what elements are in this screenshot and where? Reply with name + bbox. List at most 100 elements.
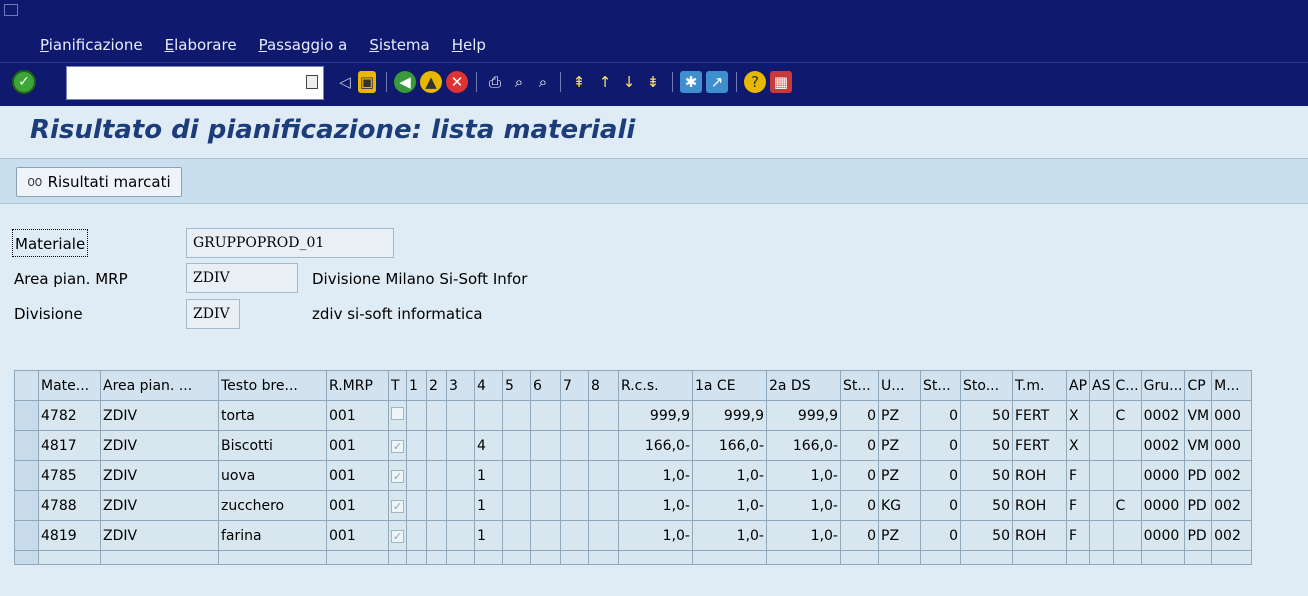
column-header[interactable]: T.m. bbox=[1012, 370, 1067, 401]
table-cell bbox=[588, 400, 619, 431]
table-cell: 000 bbox=[1211, 430, 1253, 461]
table-cell: X bbox=[1065, 400, 1091, 431]
materials-table: Mate... Area pian. ... Testo bre... R.MR… bbox=[14, 370, 1253, 565]
column-header[interactable]: R.c.s. bbox=[618, 370, 693, 401]
main-menu: Pianificazione Elaborare Passaggio a Sis… bbox=[40, 36, 486, 54]
column-header[interactable]: R.MRP bbox=[326, 370, 389, 401]
previous-page-icon[interactable]: ↑ bbox=[594, 71, 616, 93]
table-row[interactable]: 4788 ZDIV zucchero 001 ✓ 1 1,0- 1,0- 1,0- 0 KG 0 50 R… bbox=[14, 490, 1253, 521]
column-header[interactable]: T bbox=[388, 370, 407, 401]
table-cell bbox=[766, 550, 841, 565]
checkbox[interactable]: ✓ bbox=[391, 529, 404, 543]
column-header[interactable]: Area pian. ... bbox=[100, 370, 219, 401]
table-cell bbox=[560, 520, 589, 551]
row-selector[interactable] bbox=[14, 430, 39, 461]
command-history-icon[interactable] bbox=[306, 75, 318, 89]
shortcut-icon[interactable]: ↗ bbox=[706, 71, 728, 93]
checkbox[interactable] bbox=[391, 407, 404, 420]
checkbox[interactable]: ✓ bbox=[391, 469, 404, 483]
column-header[interactable]: M... bbox=[1211, 370, 1253, 401]
menu-sistema[interactable]: Sistema bbox=[369, 36, 429, 54]
table-row[interactable]: 4819 ZDIV farina 001 ✓ 1 1,0- 1,0- 1,0- 0 PZ 0 50 ROH… bbox=[14, 520, 1253, 551]
checkbox[interactable]: ✓ bbox=[391, 439, 404, 453]
table-cell: 0000 bbox=[1140, 520, 1186, 551]
column-header[interactable]: 2a DS bbox=[766, 370, 841, 401]
table-cell: ✓ bbox=[388, 430, 407, 461]
table-cell bbox=[446, 520, 475, 551]
row-selector[interactable] bbox=[14, 490, 39, 521]
column-header[interactable]: St... bbox=[840, 370, 879, 401]
column-header[interactable]: CP bbox=[1184, 370, 1213, 401]
table-cell: FERT bbox=[1012, 400, 1067, 431]
menu-passaggio[interactable]: Passaggio a bbox=[259, 36, 348, 54]
find-icon[interactable]: ⌕ bbox=[508, 71, 530, 93]
table-cell bbox=[426, 490, 447, 521]
column-header[interactable]: 2 bbox=[426, 370, 447, 401]
marked-results-button[interactable]: ൦൦ Risultati marcati bbox=[16, 167, 182, 197]
table-cell: 0002 bbox=[1140, 430, 1186, 461]
exit-icon[interactable]: ▲ bbox=[420, 71, 442, 93]
checkbox[interactable]: ✓ bbox=[391, 499, 404, 513]
table-cell: 1,0- bbox=[766, 490, 841, 521]
mrp-area-description: Divisione Milano Si-Soft Infor bbox=[312, 270, 528, 288]
row-selector[interactable] bbox=[14, 400, 39, 431]
column-header[interactable]: C... bbox=[1112, 370, 1142, 401]
column-header[interactable]: 3 bbox=[446, 370, 475, 401]
menu-help[interactable]: Help bbox=[452, 36, 486, 54]
table-cell bbox=[530, 400, 561, 431]
table-cell: torta bbox=[218, 400, 327, 431]
column-header[interactable]: 4 bbox=[474, 370, 503, 401]
back-arrow-icon[interactable]: ◁ bbox=[334, 71, 356, 93]
column-header[interactable]: Gru... bbox=[1140, 370, 1186, 401]
column-header[interactable]: 7 bbox=[560, 370, 589, 401]
menu-elaborare[interactable]: Elaborare bbox=[165, 36, 237, 54]
table-cell: 0 bbox=[840, 490, 879, 521]
menu-pianificazione[interactable]: Pianificazione bbox=[40, 36, 143, 54]
column-header[interactable]: 8 bbox=[588, 370, 619, 401]
column-header[interactable]: AP bbox=[1065, 370, 1091, 401]
column-header[interactable]: 6 bbox=[530, 370, 561, 401]
print-icon[interactable]: ⎙ bbox=[484, 71, 506, 93]
table-cell bbox=[446, 400, 475, 431]
column-header[interactable]: Mate... bbox=[38, 370, 101, 401]
toolbar-separator bbox=[386, 72, 387, 92]
create-session-icon[interactable]: ✱ bbox=[680, 71, 702, 93]
table-cell bbox=[426, 400, 447, 431]
mrp-area-field[interactable]: ZDIV bbox=[186, 263, 298, 293]
enter-check-icon[interactable]: ✓ bbox=[12, 70, 36, 94]
system-menu-icon[interactable] bbox=[4, 4, 18, 16]
column-header[interactable]: Testo bre... bbox=[218, 370, 327, 401]
toolbar-separator bbox=[560, 72, 561, 92]
layout-menu-icon[interactable]: ▦ bbox=[770, 71, 792, 93]
save-icon[interactable]: ▣ bbox=[358, 71, 376, 93]
column-header[interactable]: 1a CE bbox=[692, 370, 767, 401]
find-next-icon[interactable]: ⌕ bbox=[532, 71, 554, 93]
row-selector[interactable] bbox=[14, 460, 39, 491]
table-row[interactable]: 4785 ZDIV uova 001 ✓ 1 1,0- 1,0- 1,0- 0 PZ 0 50 ROH F 0… bbox=[14, 460, 1253, 491]
row-selector[interactable] bbox=[14, 520, 39, 551]
help-icon[interactable]: ? bbox=[744, 71, 766, 93]
last-page-icon[interactable]: ⇟ bbox=[642, 71, 664, 93]
table-cell: 1,0- bbox=[766, 460, 841, 491]
column-header[interactable]: AS bbox=[1089, 370, 1114, 401]
table-row[interactable]: 4817 ZDIV Biscotti 001 ✓ 4 166,0- 166,0- 166,0- 0… bbox=[14, 430, 1253, 461]
next-page-icon[interactable]: ↓ bbox=[618, 71, 640, 93]
table-cell: 1,0- bbox=[692, 520, 767, 551]
table-cell: 166,0- bbox=[766, 430, 841, 461]
column-header[interactable]: Sto... bbox=[960, 370, 1013, 401]
first-page-icon[interactable]: ⇞ bbox=[568, 71, 590, 93]
column-header[interactable]: 1 bbox=[406, 370, 427, 401]
back-icon[interactable]: ◀ bbox=[394, 71, 416, 93]
column-header[interactable]: U... bbox=[878, 370, 921, 401]
select-all-header[interactable] bbox=[14, 370, 39, 401]
command-field[interactable] bbox=[66, 66, 324, 100]
table-cell bbox=[588, 460, 619, 491]
cancel-icon[interactable]: ✕ bbox=[446, 71, 468, 93]
table-cell: ZDIV bbox=[100, 400, 219, 431]
column-header[interactable]: St... bbox=[920, 370, 961, 401]
table-cell: 0 bbox=[840, 400, 879, 431]
column-header[interactable]: 5 bbox=[502, 370, 531, 401]
material-field[interactable]: GRUPPOPROD_01 bbox=[186, 228, 394, 258]
table-row[interactable]: 4782 ZDIV torta 001 999,9 999,9 999,9 0 PZ 0 50 FER… bbox=[14, 400, 1253, 431]
plant-field[interactable]: ZDIV bbox=[186, 299, 240, 329]
